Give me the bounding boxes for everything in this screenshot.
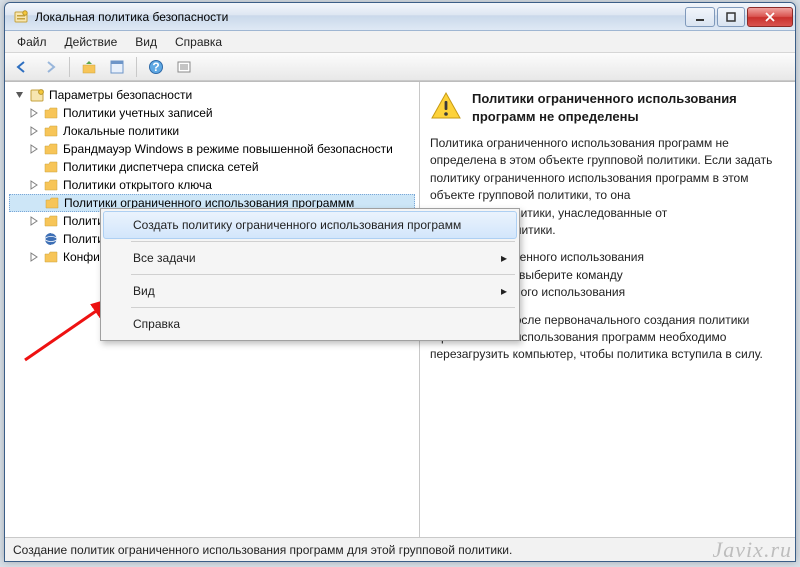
tree-item-label: Политики диспетчера списка сетей [63, 160, 259, 174]
tree-item-public-key[interactable]: Политики открытого ключа [9, 176, 415, 194]
context-menu-all-tasks[interactable]: Все задачи ▸ [103, 244, 517, 272]
status-bar: Создание политик ограниченного использов… [5, 537, 795, 561]
security-icon [29, 87, 45, 103]
tree-item-label: Полити [63, 232, 104, 246]
context-menu-separator [131, 274, 515, 275]
tree-item-label: Брандмауэр Windows в режиме повышенной б… [63, 142, 393, 156]
tree-item-label: Политики учетных записей [63, 106, 213, 120]
context-menu-item-label: Все задачи [133, 251, 196, 265]
info-title: Политики ограниченного использования про… [472, 90, 785, 125]
status-text: Создание политик ограниченного использов… [13, 543, 512, 557]
expand-icon[interactable] [27, 124, 41, 138]
minimize-button[interactable] [685, 7, 715, 27]
folder-icon [43, 123, 59, 139]
menu-file[interactable]: Файл [9, 33, 55, 51]
tree-item-label: Полити [63, 214, 104, 228]
menu-view[interactable]: Вид [127, 33, 165, 51]
tree-item-label: Локальные политики [63, 124, 179, 138]
up-button[interactable] [78, 56, 100, 78]
expand-icon[interactable] [27, 214, 41, 228]
toolbar-separator-2 [136, 57, 137, 77]
context-menu-help[interactable]: Справка [103, 310, 517, 338]
folder-icon [43, 177, 59, 193]
tree-item-label: Политики открытого ключа [63, 178, 212, 192]
expand-icon[interactable] [27, 178, 41, 192]
close-button[interactable] [747, 7, 793, 27]
menu-help[interactable]: Справка [167, 33, 230, 51]
context-menu-view[interactable]: Вид ▸ [103, 277, 517, 305]
folder-icon [43, 159, 59, 175]
spacer [27, 160, 41, 174]
context-menu-item-label: Справка [133, 317, 180, 331]
maximize-button[interactable] [717, 7, 745, 27]
info-paragraph-1: Политика ограниченного использования про… [430, 136, 772, 202]
tree-root-item[interactable]: Параметры безопасности [9, 86, 415, 104]
tree-item-firewall[interactable]: Брандмауэр Windows в режиме повышенной б… [9, 140, 415, 158]
svg-text:?: ? [152, 60, 159, 74]
submenu-arrow-icon: ▸ [501, 251, 507, 265]
tree-item-local-policies[interactable]: Локальные политики [9, 122, 415, 140]
spacer [27, 232, 41, 246]
forward-button[interactable] [39, 56, 61, 78]
folder-icon [43, 249, 59, 265]
watermark: Javix.ru [713, 537, 792, 563]
title-bar[interactable]: Локальная политика безопасности [5, 3, 795, 31]
app-icon [13, 9, 29, 25]
window-title: Локальная политика безопасности [35, 10, 685, 24]
window-controls [685, 7, 793, 27]
tree-item-account-policies[interactable]: Политики учетных записей [9, 104, 415, 122]
folder-icon [44, 195, 60, 211]
expand-icon[interactable] [27, 250, 41, 264]
help-button[interactable]: ? [145, 56, 167, 78]
properties-button[interactable] [106, 56, 128, 78]
ipsec-icon [43, 231, 59, 247]
spacer [28, 196, 42, 210]
folder-icon [43, 141, 59, 157]
back-button[interactable] [11, 56, 33, 78]
context-menu-create-policy[interactable]: Создать политику ограниченного использов… [103, 211, 517, 239]
menu-action[interactable]: Действие [57, 33, 126, 51]
context-menu-item-label: Создать политику ограниченного использов… [133, 218, 461, 232]
list-button[interactable] [173, 56, 195, 78]
folder-icon [43, 213, 59, 229]
tree-root-label: Параметры безопасности [49, 88, 192, 102]
context-menu-item-label: Вид [133, 284, 155, 298]
warning-icon [430, 90, 462, 122]
toolbar-separator [69, 57, 70, 77]
toolbar: ? [5, 53, 795, 81]
tree-item-label: Конфи [63, 250, 100, 264]
menu-bar: Файл Действие Вид Справка [5, 31, 795, 53]
context-menu: Создать политику ограниченного использов… [100, 208, 520, 341]
context-menu-separator [131, 307, 515, 308]
submenu-arrow-icon: ▸ [501, 284, 507, 298]
expand-icon[interactable] [27, 142, 41, 156]
context-menu-separator [131, 241, 515, 242]
folder-icon [43, 105, 59, 121]
tree-item-network-list[interactable]: Политики диспетчера списка сетей [9, 158, 415, 176]
expand-icon[interactable] [27, 106, 41, 120]
collapse-icon[interactable] [13, 88, 27, 102]
